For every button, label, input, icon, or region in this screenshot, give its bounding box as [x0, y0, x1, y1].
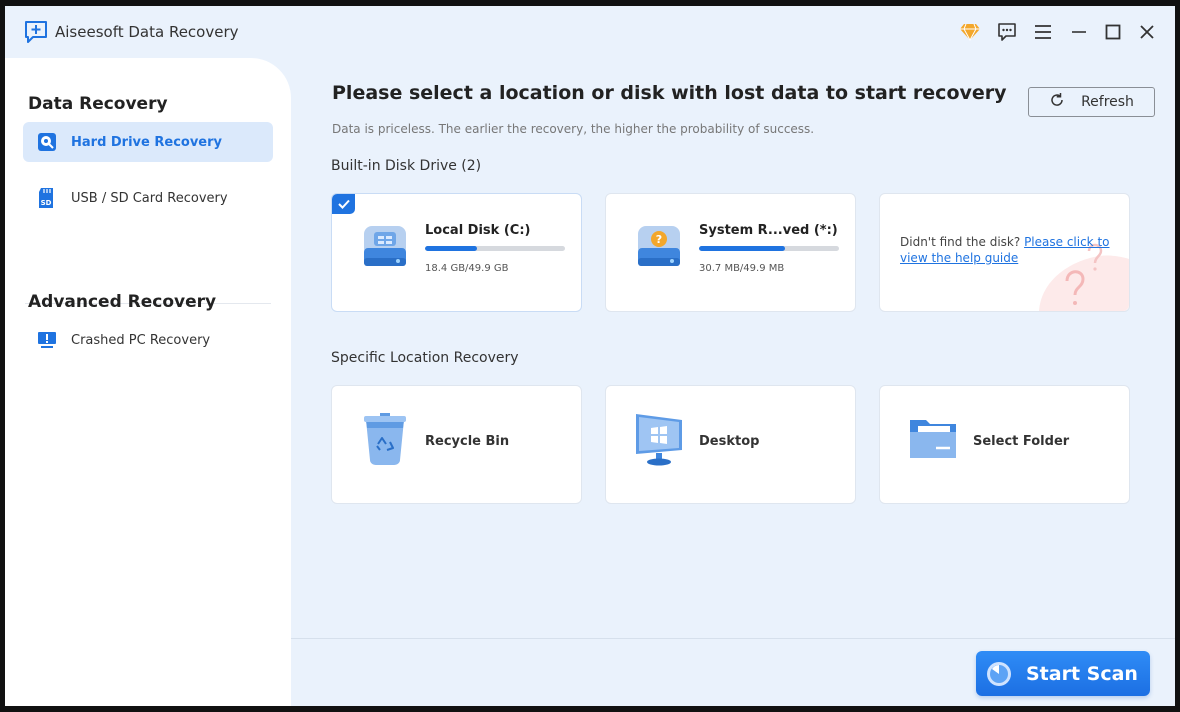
- title-bar: Aiseesoft Data Recovery: [5, 6, 1175, 58]
- sidebar-item-hard-drive-recovery[interactable]: Hard Drive Recovery: [23, 122, 273, 162]
- sidebar-item-label: Crashed PC Recovery: [71, 332, 211, 348]
- help-card: Didn't find the disk? Please click to vi…: [879, 193, 1130, 312]
- folder-icon: [910, 420, 956, 458]
- disk-name: Local Disk (C:): [425, 223, 531, 238]
- sidebar-item-label: USB / SD Card Recovery: [71, 190, 228, 206]
- sidebar: Data Recovery Hard Drive Recovery SD USB…: [5, 58, 291, 706]
- location-label: Recycle Bin: [425, 434, 510, 449]
- minimize-icon[interactable]: [1067, 20, 1091, 44]
- disk-card-local-c[interactable]: Local Disk (C:) 18.4 GB/49.9 GB: [331, 193, 582, 312]
- section-heading-data-recovery: Data Recovery: [28, 94, 168, 114]
- feedback-icon[interactable]: [995, 20, 1019, 44]
- unknown-disk-icon: ?: [638, 226, 680, 266]
- scan-icon: [987, 661, 1011, 686]
- diamond-icon[interactable]: [958, 20, 982, 44]
- recycle-bin-icon: [364, 413, 406, 465]
- checkmark-icon: [332, 194, 355, 214]
- app-logo-icon: [25, 21, 47, 43]
- close-icon[interactable]: [1135, 20, 1159, 44]
- sidebar-item-label: Hard Drive Recovery: [71, 134, 223, 150]
- disk-usage-bar: [699, 246, 839, 251]
- sd-card-icon: SD: [37, 188, 57, 208]
- location-card-select-folder[interactable]: Select Folder: [879, 385, 1130, 504]
- disk-usage-fill: [425, 246, 477, 251]
- location-label: Desktop: [699, 434, 760, 449]
- page-title: Please select a location or disk with lo…: [332, 82, 1007, 104]
- hard-drive-icon: [37, 132, 57, 152]
- desktop-icon: [636, 414, 682, 466]
- sidebar-item-crashed-pc-recovery[interactable]: Crashed PC Recovery: [23, 320, 273, 360]
- location-card-recycle-bin[interactable]: Recycle Bin: [331, 385, 582, 504]
- refresh-label: Refresh: [1081, 94, 1134, 110]
- disk-card-system-reserved[interactable]: ? System R...ved (*:) 30.7 MB/49.9 MB: [605, 193, 856, 312]
- location-label: Select Folder: [973, 434, 1070, 449]
- sidebar-item-usb-sd-card-recovery[interactable]: SD USB / SD Card Recovery: [23, 178, 273, 218]
- page-subtitle: Data is priceless. The earlier the recov…: [332, 122, 815, 136]
- section-heading-advanced-recovery: Advanced Recovery: [28, 292, 217, 312]
- disk-size: 18.4 GB/49.9 GB: [425, 263, 509, 274]
- help-text: Didn't find the disk?: [900, 235, 1025, 249]
- builtin-disk-section-title: Built-in Disk Drive (2): [331, 158, 482, 174]
- location-card-desktop[interactable]: Desktop: [605, 385, 856, 504]
- svg-text:?: ?: [656, 233, 662, 246]
- disk-size: 30.7 MB/49.9 MB: [699, 263, 785, 274]
- disk-usage-fill: [699, 246, 786, 251]
- start-scan-label: Start Scan: [1026, 662, 1138, 685]
- menu-icon[interactable]: [1031, 20, 1055, 44]
- start-scan-button[interactable]: Start Scan: [976, 651, 1150, 696]
- disk-name: System R...ved (*:): [699, 223, 838, 238]
- hard-disk-icon: [364, 226, 406, 266]
- help-message: Didn't find the disk? Please click to vi…: [900, 234, 1115, 266]
- app-title: Aiseesoft Data Recovery: [55, 23, 239, 41]
- app-window: Aiseesoft Data Recovery Data Recovery Ha…: [5, 6, 1175, 706]
- crashed-pc-icon: [37, 330, 57, 350]
- svg-text:SD: SD: [41, 199, 52, 207]
- refresh-icon: [1049, 92, 1065, 112]
- specific-location-section-title: Specific Location Recovery: [331, 350, 519, 366]
- maximize-icon[interactable]: [1101, 20, 1125, 44]
- refresh-button[interactable]: Refresh: [1028, 87, 1155, 117]
- disk-usage-bar: [425, 246, 565, 251]
